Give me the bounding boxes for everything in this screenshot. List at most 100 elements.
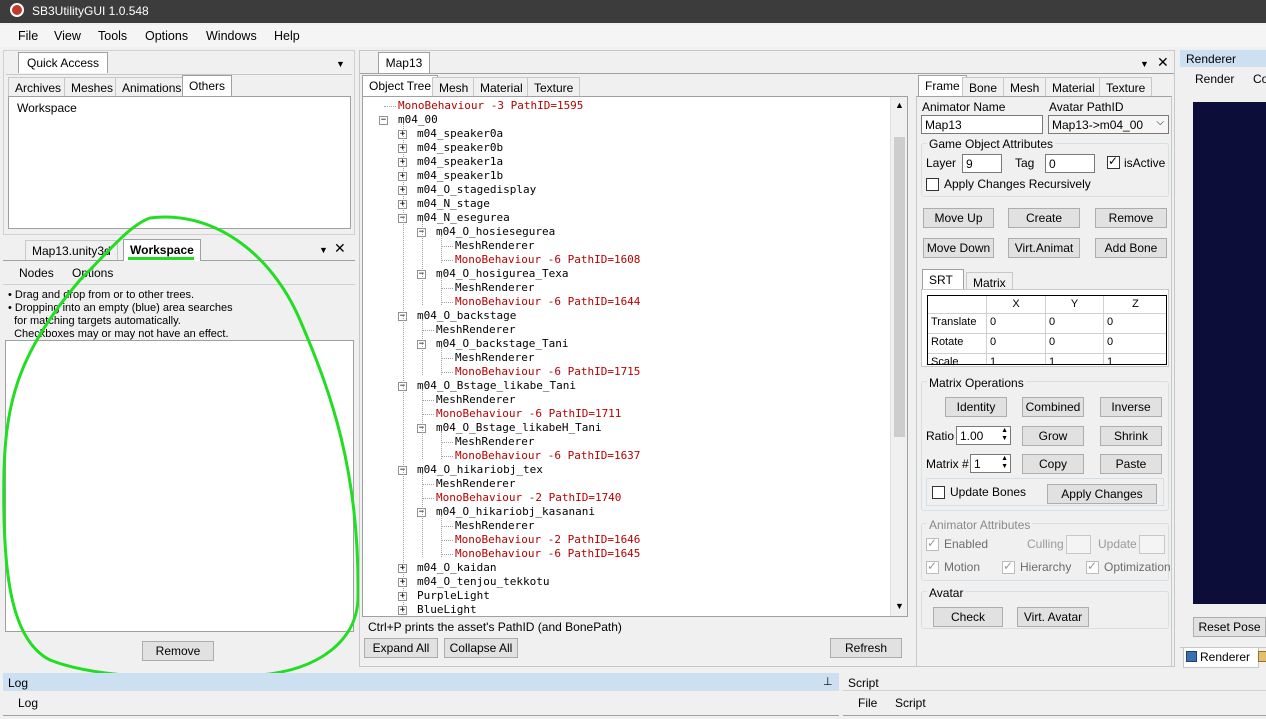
menu-tools[interactable]: Tools: [98, 29, 127, 43]
check-button[interactable]: Check: [933, 607, 1003, 627]
object-tree[interactable]: MonoBehaviour -3 PathID=1595− m04_00 + m04_…: [362, 96, 908, 617]
tree-node[interactable]: m04_O_Bstage_likabe_Tani: [417, 379, 576, 393]
menu-view[interactable]: View: [54, 29, 81, 43]
spinner-icon[interactable]: ▲ ▼: [1001, 427, 1008, 443]
tab-map13[interactable]: Map13: [378, 52, 430, 73]
tab-others[interactable]: Others: [182, 75, 233, 97]
tree-node[interactable]: m04_speaker0b: [417, 141, 503, 155]
tree-node[interactable]: m04_speaker0a: [417, 127, 503, 141]
tree-node[interactable]: m04_O_kaidan: [417, 561, 496, 575]
layer-input[interactable]: 9: [962, 154, 1002, 173]
render-viewport[interactable]: [1193, 102, 1266, 604]
virt-avatar-button[interactable]: Virt. Avatar: [1017, 607, 1089, 627]
refresh-button[interactable]: Refresh: [830, 638, 902, 658]
script-menu-script[interactable]: Script: [895, 696, 926, 710]
tree-node[interactable]: m04_N_stage: [417, 197, 490, 211]
tree-node[interactable]: MeshRenderer: [455, 281, 534, 295]
tree-node[interactable]: m04_O_stagedisplay: [417, 183, 536, 197]
srt-grid[interactable]: X Y Z Translate 0 0 0 Rotate 0 0 0 Scale…: [927, 295, 1167, 365]
translate-y-cell[interactable]: 0: [1046, 314, 1104, 334]
tree-node[interactable]: MonoBehaviour -6 PathID=1637: [455, 449, 640, 463]
collapse-all-button[interactable]: Collapse All: [444, 638, 518, 658]
tree-node[interactable]: MonoBehaviour -2 PathID=1740: [436, 491, 621, 505]
tree-node[interactable]: MeshRenderer: [436, 393, 515, 407]
tab-material[interactable]: Material: [473, 77, 530, 96]
tree-node[interactable]: m04_N_esegurea: [417, 211, 510, 225]
tab-mesh[interactable]: Mesh: [432, 77, 476, 96]
combined-button[interactable]: Combined: [1022, 397, 1084, 417]
move-up-button[interactable]: Move Up: [923, 208, 994, 228]
tree-node[interactable]: m04_speaker1b: [417, 169, 503, 183]
identity-button[interactable]: Identity: [945, 397, 1007, 417]
menu-options[interactable]: Options: [145, 29, 188, 43]
tab-frame-mesh[interactable]: Mesh: [1003, 77, 1047, 96]
tab-frame-texture[interactable]: Texture: [1099, 77, 1153, 96]
tag-input[interactable]: 0: [1045, 154, 1095, 173]
tree-node[interactable]: MeshRenderer: [455, 519, 534, 533]
animator-name-input[interactable]: Map13: [921, 115, 1043, 134]
menu-windows[interactable]: Windows: [206, 29, 257, 43]
tab-frame[interactable]: Frame: [918, 75, 967, 96]
paste-button[interactable]: Paste: [1100, 454, 1162, 474]
enabled-checkbox[interactable]: ✓: [926, 536, 939, 551]
tab-log[interactable]: Log: [18, 696, 38, 710]
tab-bone[interactable]: Bone: [962, 77, 1005, 96]
collapse-icon[interactable]: −: [379, 116, 388, 125]
isactive-checkbox[interactable]: ✓: [1107, 154, 1120, 169]
tree-node[interactable]: m04_O_hosiesegurea: [436, 225, 555, 239]
optimization-checkbox[interactable]: ✓: [1086, 559, 1099, 574]
tree-node[interactable]: MeshRenderer: [455, 435, 534, 449]
tab-co[interactable]: Co: [1253, 72, 1266, 86]
tab-object-tree[interactable]: Object Tree: [362, 75, 439, 96]
scale-z-cell[interactable]: 1: [1104, 354, 1166, 364]
virt-animat-button[interactable]: Virt.Animat: [1008, 238, 1080, 258]
tab-srt[interactable]: SRT: [922, 269, 964, 290]
tab-archives[interactable]: Archives: [8, 77, 69, 96]
tree-node[interactable]: m04_O_backstage: [417, 309, 516, 323]
tree-node[interactable]: m04_O_backstage_Tani: [436, 337, 568, 351]
add-bone-button[interactable]: Add Bone: [1095, 238, 1167, 258]
tab-animations[interactable]: Animations: [115, 77, 189, 96]
rotate-x-cell[interactable]: 0: [987, 334, 1046, 354]
tab-matrix[interactable]: Matrix: [966, 272, 1013, 290]
tree-node[interactable]: MeshRenderer: [436, 323, 515, 337]
scroll-down-icon[interactable]: ▼: [895, 601, 904, 611]
update-input[interactable]: [1139, 535, 1165, 554]
copy-button[interactable]: Copy: [1022, 454, 1084, 474]
inverse-button[interactable]: Inverse: [1100, 397, 1162, 417]
avatar-pathid-select[interactable]: Map13->m04_00 ⌵: [1048, 115, 1169, 134]
scroll-thumb[interactable]: [894, 137, 905, 437]
quick-access-title-tab[interactable]: Quick Access: [18, 52, 108, 73]
grow-button[interactable]: Grow: [1022, 426, 1084, 446]
tree-node[interactable]: MeshRenderer: [455, 239, 534, 253]
menu-help[interactable]: Help: [274, 29, 300, 43]
tree-node[interactable]: MonoBehaviour -6 PathID=1715: [455, 365, 640, 379]
tree-node[interactable]: m04_O_hikariobj_tex: [417, 463, 543, 477]
tree-node[interactable]: PurpleLight: [417, 589, 490, 603]
create-button[interactable]: Create: [1008, 208, 1080, 228]
tree-node[interactable]: m04_O_tenjou_tekkotu: [417, 575, 549, 589]
tree-node[interactable]: MonoBehaviour -2 PathID=1646: [455, 533, 640, 547]
rotate-y-cell[interactable]: 0: [1046, 334, 1104, 354]
tree-node[interactable]: m04_O_hikariobj_kasanani: [436, 505, 595, 519]
hierarchy-checkbox[interactable]: ✓: [1002, 559, 1015, 574]
tree-node[interactable]: m04_speaker1a: [417, 155, 503, 169]
translate-x-cell[interactable]: 0: [987, 314, 1046, 334]
tree-node[interactable]: m04_O_Bstage_likabeH_Tani: [436, 421, 602, 435]
ratio-stepper[interactable]: 1.00 ▲ ▼: [956, 426, 1011, 445]
apply-recursive-checkbox[interactable]: [926, 178, 939, 191]
tree-node[interactable]: BlueLight: [417, 603, 477, 616]
scale-y-cell[interactable]: 1: [1046, 354, 1104, 364]
tab-meshes[interactable]: Meshes: [64, 77, 121, 96]
script-menu-file[interactable]: File: [858, 696, 877, 710]
tree-node[interactable]: MeshRenderer: [436, 477, 515, 491]
tree-node[interactable]: MeshRenderer: [455, 351, 534, 365]
tree-node[interactable]: MonoBehaviour -6 PathID=1608: [455, 253, 640, 267]
update-bones-checkbox[interactable]: [932, 486, 945, 499]
tree-scrollbar[interactable]: ▲ ▼: [890, 97, 907, 616]
tab-texture[interactable]: Texture: [527, 77, 581, 96]
tree-node[interactable]: MonoBehaviour -6 PathID=1711: [436, 407, 621, 421]
apply-changes-button[interactable]: Apply Changes: [1047, 484, 1157, 504]
spinner-icon[interactable]: ▲ ▼: [1001, 455, 1008, 471]
motion-checkbox[interactable]: ✓: [926, 559, 939, 574]
